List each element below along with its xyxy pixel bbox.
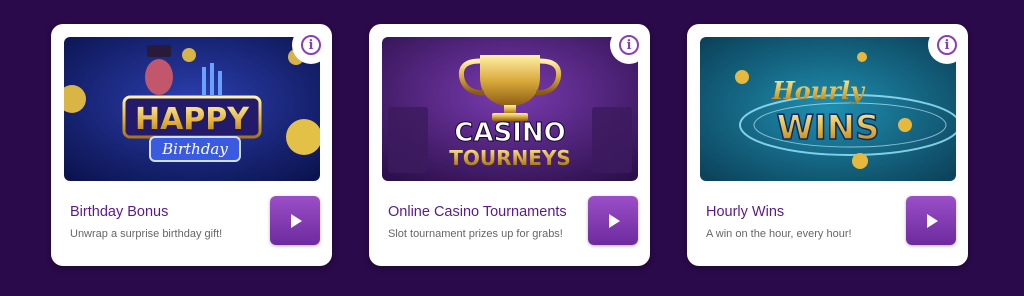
play-icon <box>291 213 302 228</box>
play-icon <box>609 213 620 228</box>
casino-tourneys-art: CASINO TOURNEYS <box>382 37 638 181</box>
info-button[interactable]: i <box>928 26 966 64</box>
casino-tourneys-promo-image[interactable]: CASINO TOURNEYS <box>382 37 638 181</box>
hourly-wins-art: Hourly WINS <box>700 37 956 181</box>
card-description: Slot tournament prizes up for grabs! <box>388 228 563 240</box>
card-title: Online Casino Tournaments <box>388 204 567 220</box>
card-title: Birthday Bonus <box>70 204 169 220</box>
birthday-promo-image[interactable]: HAPPY Birthday <box>64 37 320 181</box>
info-icon: i <box>619 35 639 55</box>
hourly-image-headline: Hourly <box>771 76 866 105</box>
casino-image-subline: TOURNEYS <box>449 146 571 170</box>
card-description: Unwrap a surprise birthday gift! <box>70 228 223 240</box>
promo-card-casino-tournaments[interactable]: CASINO TOURNEYS i Online Casino Tourname… <box>369 24 650 266</box>
birthday-promo-art: HAPPY Birthday <box>64 37 320 181</box>
promo-card-hourly-wins[interactable]: Hourly WINS i Hourly Wins A win on the h… <box>687 24 968 266</box>
hourly-image-subline: WINS <box>776 108 879 148</box>
play-button[interactable] <box>906 196 956 245</box>
hourly-wins-promo-image[interactable]: Hourly WINS <box>700 37 956 181</box>
birthday-image-headline: HAPPY <box>135 102 250 137</box>
promo-card-birthday-bonus[interactable]: HAPPY Birthday i Birthday Bonus Unwrap a… <box>51 24 332 266</box>
coin <box>735 70 749 84</box>
play-icon <box>927 213 938 228</box>
play-button[interactable] <box>270 196 320 245</box>
info-icon: i <box>301 35 321 55</box>
info-button[interactable]: i <box>292 26 330 64</box>
play-button[interactable] <box>588 196 638 245</box>
promo-card-row: HAPPY Birthday i Birthday Bonus Unwrap a… <box>0 0 1024 296</box>
character-figure <box>145 59 173 95</box>
info-icon: i <box>937 35 957 55</box>
card-title: Hourly Wins <box>706 204 785 220</box>
birthday-image-subline: Birthday <box>161 140 228 158</box>
casino-image-headline: CASINO <box>454 118 565 148</box>
info-button[interactable]: i <box>610 26 648 64</box>
card-description: A win on the hour, every hour! <box>706 228 852 240</box>
